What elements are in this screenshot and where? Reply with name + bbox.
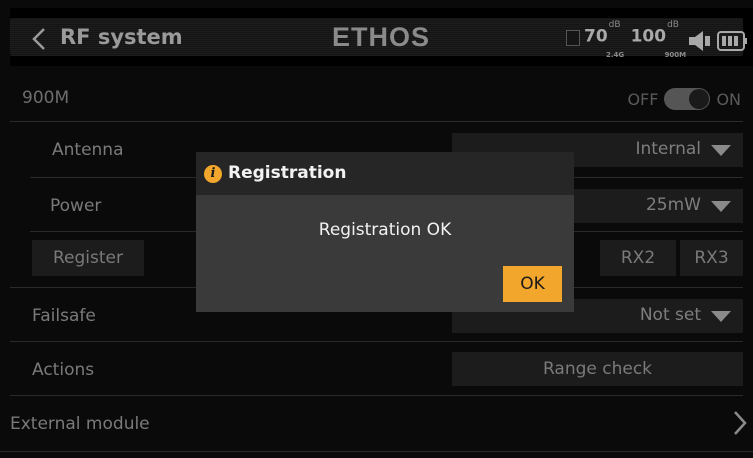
toggle-on-label: ON (716, 89, 741, 109)
toggle-knob (689, 89, 710, 109)
caret-down-icon (711, 201, 731, 212)
toggle-switch[interactable] (664, 88, 711, 110)
toggle-900m[interactable]: OFF ON (627, 88, 741, 110)
row-900m: 900M OFF ON (10, 72, 743, 122)
failsafe-value: Not set (639, 305, 701, 325)
failsafe-label: Failsafe (32, 306, 96, 326)
title-bar: RF system ETHOS 70dB 2.4G 100dB 900M (10, 8, 753, 66)
chevron-right-icon (734, 411, 747, 435)
rssi-24-band: 2.4G (606, 51, 625, 59)
dialog-title: Registration (228, 163, 347, 183)
logo-text-ethos: ETHOS (332, 22, 430, 50)
rx3-button[interactable]: RX3 (680, 240, 743, 276)
external-module-label: External module (10, 414, 150, 434)
rssi-900-band: 900M (664, 51, 687, 59)
ok-button[interactable]: OK (503, 266, 562, 302)
rssi-900-unit: dB (667, 20, 679, 30)
rssi-24-readout: 70dB 2.4G (584, 20, 624, 59)
caret-down-icon (711, 145, 731, 156)
status-indicators: 70dB 2.4G 100dB 900M (566, 20, 749, 59)
rssi-900-value: 100 (630, 26, 667, 47)
rx-indicator-icon (566, 30, 580, 46)
info-icon: i (204, 165, 222, 183)
rx2-button[interactable]: RX2 (600, 240, 676, 276)
register-button[interactable]: Register (32, 240, 144, 276)
antenna-label: Antenna (52, 140, 124, 160)
battery-icon (716, 31, 747, 51)
speaker-icon[interactable] (687, 28, 713, 54)
toggle-off-label: OFF (627, 89, 659, 109)
dialog-message: Registration OK (318, 220, 452, 240)
row-external-module[interactable]: External module (0, 398, 753, 452)
dialog-header: i Registration (196, 152, 574, 195)
rssi-900-readout: 100dB 900M (630, 20, 687, 59)
range-check-button[interactable]: Range check (452, 352, 743, 386)
rf-system-screen: RF system ETHOS 70dB 2.4G 100dB 900M 900M (0, 0, 753, 458)
caret-down-icon (711, 311, 731, 322)
antenna-value: Internal (635, 139, 701, 159)
power-value: 25mW (645, 195, 701, 215)
row-900m-label: 900M (22, 88, 70, 108)
rssi-24-unit: dB (608, 20, 621, 30)
registration-dialog: i Registration Registration OK OK (196, 152, 574, 312)
rssi-24-value: 70 (584, 26, 608, 47)
actions-label: Actions (32, 360, 95, 380)
power-label: Power (50, 196, 102, 216)
chevron-left-icon[interactable] (30, 27, 50, 51)
row-actions: Actions Range check (10, 344, 743, 396)
page-title: RF system (60, 25, 183, 49)
ethos-logo: ETHOS (332, 22, 430, 50)
